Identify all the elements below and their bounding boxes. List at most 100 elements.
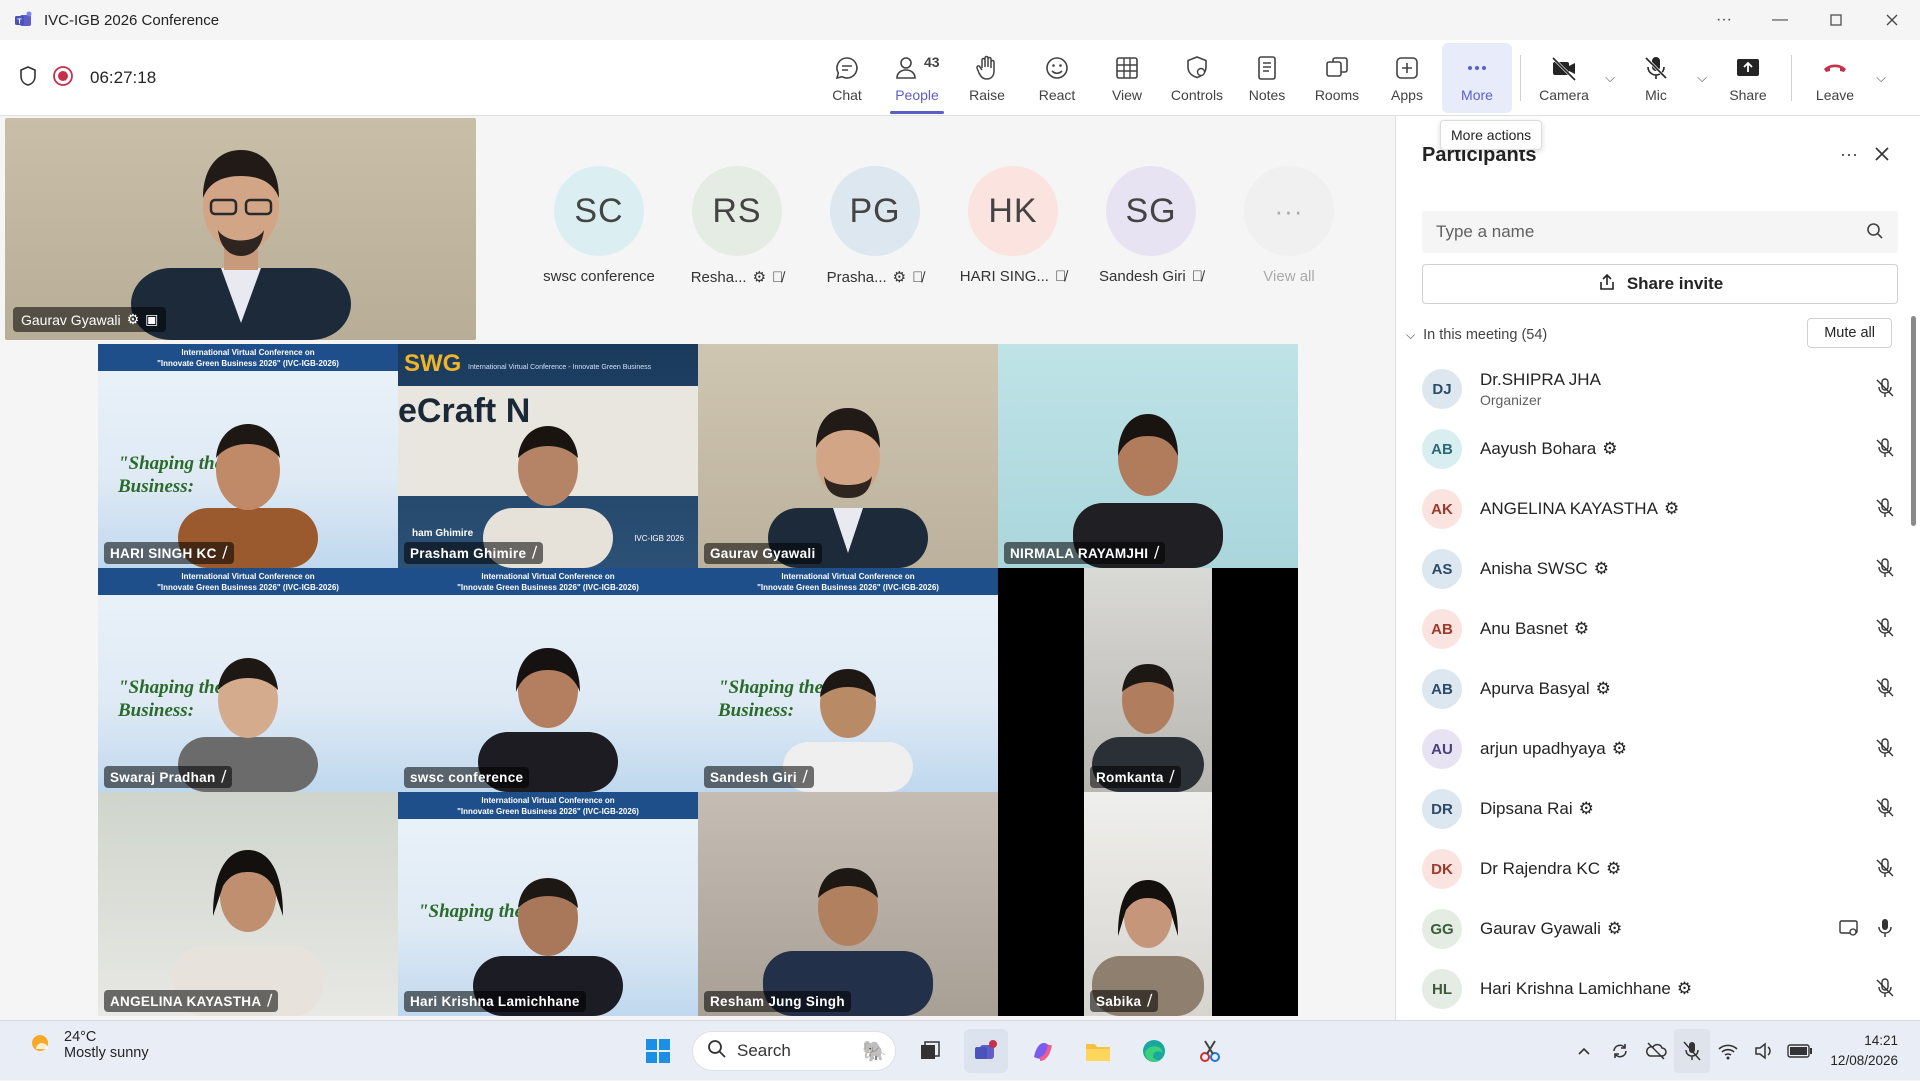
self-video-tile[interactable]: Gaurav Gyawali ⚙ ▣ [5,118,476,340]
avatar-item[interactable]: RS Resha... ⚙ 🎙̸ [668,166,806,286]
teams-icon[interactable] [964,1029,1008,1073]
video-tile[interactable]: ANGELINA KAYASTHA ⧸ [98,792,398,1016]
slide-event: IVC-IGB 2026 [634,534,684,543]
mic-off-icon[interactable] [1874,617,1896,644]
share-invite-button[interactable]: Share invite [1422,264,1898,304]
shield-icon[interactable] [18,65,38,92]
notes-button[interactable]: Notes [1232,40,1302,116]
video-tile[interactable]: International Virtual Conference on "Inno… [98,344,398,568]
chevron-up-icon[interactable] [1566,1029,1602,1073]
mic-off-icon[interactable] [1874,437,1896,464]
participant-name: ANGELINA KAYASTHA [110,993,262,1009]
mic-off-icon[interactable] [1874,377,1896,404]
panel-more-icon[interactable]: ··· [1840,144,1858,165]
mic-off-icon[interactable] [1874,677,1896,704]
video-tile[interactable]: International Virtual Conference on "Inno… [98,568,398,792]
view-button[interactable]: View [1092,40,1162,116]
participant-row[interactable]: DJ Dr.SHIPRA JHA Organizer [1422,359,1902,419]
mic-options-chevron-icon[interactable]: ⌵ [1691,40,1713,116]
participant-row[interactable]: DK Dr Rajendra KC ⚙ [1422,839,1902,899]
participants-panel: Participants ··· Type a name Share invit… [1395,116,1920,1020]
mic-off-icon[interactable] [1874,497,1896,524]
leave-options-chevron-icon[interactable]: ⌵ [1870,40,1892,116]
mic-off-icon[interactable] [1874,857,1896,884]
video-tile[interactable]: Gaurav Gyawali [698,344,998,568]
mic-on-icon[interactable] [1874,917,1896,944]
participant-row[interactable]: AB Apurva Basyal ⚙ [1422,659,1902,719]
snipping-tool-icon[interactable] [1188,1029,1232,1073]
participant-row[interactable]: AU arjun upadhyaya ⚙ [1422,719,1902,779]
edge-icon[interactable] [1132,1029,1176,1073]
more-options-icon[interactable]: ··· [1696,0,1752,40]
participant-row[interactable]: AS Anisha SWSC ⚙ [1422,539,1902,599]
mic-off-icon: ⧸ [802,769,808,784]
controls-button[interactable]: Controls [1162,40,1232,116]
in-meeting-section[interactable]: ⌵ In this meeting (54) Mute all [1406,318,1902,352]
file-explorer-icon[interactable] [1076,1029,1120,1073]
organizer-icon: ⚙ [1578,799,1594,818]
mic-off-icon[interactable] [1874,737,1896,764]
participant-row[interactable]: DR Dipsana Rai ⚙ [1422,779,1902,839]
people-button[interactable]: 43 People [882,40,952,116]
mic-off-icon[interactable] [1874,797,1896,824]
wifi-icon[interactable] [1710,1029,1746,1073]
start-button[interactable] [636,1029,680,1073]
camera-button[interactable]: Camera [1529,40,1599,116]
participant-video [768,408,928,568]
sync-icon[interactable] [1602,1029,1638,1073]
mic-button[interactable]: Mic [1621,40,1691,116]
participant-row[interactable]: AK ANGELINA KAYASTHA ⚙ [1422,479,1902,539]
minimize-button[interactable]: — [1752,0,1808,40]
avatar: AK [1422,489,1462,529]
system-clock[interactable]: 14:21 12/08/2026 [1830,1031,1898,1071]
mic-off-icon: 🎙̸ [912,268,924,286]
avatar-item[interactable]: PG Prasha... ⚙ 🎙̸ [806,166,944,286]
close-panel-icon[interactable] [1874,146,1890,167]
participant-row[interactable]: AB Aayush Bohara ⚙ [1422,419,1902,479]
participant-name: Dr Rajendra KC [1480,859,1600,878]
weather-widget[interactable]: 24°C Mostly sunny [26,1029,149,1061]
view-all-button[interactable]: ··· View all [1220,166,1358,286]
mute-all-button[interactable]: Mute all [1807,318,1892,348]
video-tile[interactable]: SWG International Virtual Conference - I… [398,344,698,568]
mic-off-icon[interactable] [1874,557,1896,584]
chat-button[interactable]: Chat [812,40,882,116]
avatar: DJ [1422,369,1462,409]
taskbar-search[interactable]: Search 🐘 [692,1031,896,1071]
video-tile[interactable]: International Virtual Conference on "Inno… [398,568,698,792]
task-view-icon[interactable] [908,1029,952,1073]
participant-row[interactable]: HL Hari Krishna Lamichhane ⚙ [1422,959,1902,1019]
video-tile[interactable]: Romkanta ⧸ [998,568,1298,792]
leave-button[interactable]: Leave [1800,40,1870,116]
avatar: AB [1422,609,1462,649]
close-window-button[interactable] [1864,0,1920,40]
react-button[interactable]: React [1022,40,1092,116]
share-button[interactable]: Share [1713,40,1783,116]
video-tile[interactable]: NIRMALA RAYAMJHI ⧸ [998,344,1298,568]
apps-button[interactable]: Apps [1372,40,1442,116]
copilot-icon[interactable] [1020,1029,1064,1073]
avatar-item[interactable]: SC swsc conference [530,166,668,286]
panel-scrollbar[interactable] [1911,316,1916,526]
video-tile[interactable]: Sabika ⧸ [998,792,1298,1016]
maximize-button[interactable] [1808,0,1864,40]
video-tile[interactable]: International Virtual Conference on "Inno… [398,792,698,1016]
rooms-button[interactable]: Rooms [1302,40,1372,116]
volume-icon[interactable] [1746,1029,1782,1073]
more-button[interactable]: More [1442,43,1512,113]
participant-row[interactable]: GG Gaurav Gyawali ⚙ [1422,899,1902,959]
video-tile[interactable]: International Virtual Conference on "Inno… [698,568,998,792]
mic-off-icon: ⧸ [222,545,228,560]
camera-options-chevron-icon[interactable]: ⌵ [1599,40,1621,116]
cloud-off-icon[interactable] [1638,1029,1674,1073]
participant-search-input[interactable]: Type a name [1422,211,1898,253]
avatar-item[interactable]: SG Sandesh Giri 🎙̸ [1082,166,1220,286]
raise-hand-button[interactable]: Raise [952,40,1022,116]
participant-row[interactable]: AB Anu Basnet ⚙ [1422,599,1902,659]
mic-off-icon[interactable] [1874,977,1896,1004]
weather-temp: 24°C [64,1029,97,1045]
mic-muted-icon[interactable] [1674,1029,1711,1073]
video-tile[interactable]: Resham Jung Singh [698,792,998,1016]
avatar-item[interactable]: HK HARI SING... 🎙̸ [944,166,1082,286]
battery-icon[interactable] [1782,1029,1818,1073]
